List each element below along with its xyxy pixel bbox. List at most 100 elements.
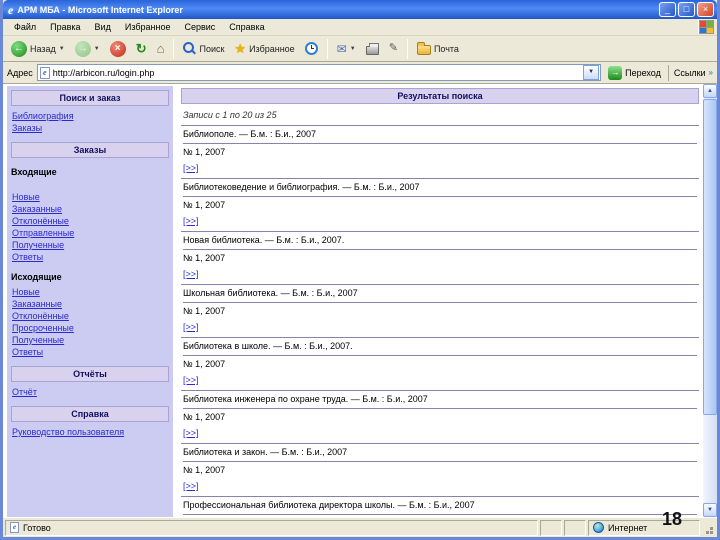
stop-button[interactable]: × (106, 39, 130, 59)
toolbar-separator (173, 38, 175, 59)
mail-folder-label: Почта (433, 43, 459, 54)
refresh-button[interactable]: ↻ (132, 40, 151, 57)
window-title: АРМ МБА - Microsoft Internet Explorer (17, 4, 183, 15)
record-issue: № 1, 2007 (183, 200, 226, 210)
forward-button[interactable]: → ▼ (71, 39, 104, 59)
record-more-link[interactable]: [>>] (183, 322, 199, 333)
sidebar-link[interactable]: Заказанные (10, 298, 170, 310)
title-bar[interactable]: e АРМ МБА - Microsoft Internet Explorer … (3, 0, 717, 19)
sidebar-header-reports: Отчёты (11, 366, 169, 382)
sidebar-reports-links: Отчёт (10, 386, 170, 398)
result-record: Школьная библиотека. — Б.м. : Б.и., 2007… (181, 285, 699, 338)
menu-item[interactable]: Правка (43, 20, 87, 34)
record-title: Новая библиотека. — Б.м. : Б.и., 2007. (183, 235, 697, 250)
menu-item[interactable]: Избранное (118, 20, 178, 34)
sidebar-link[interactable]: Заказанные (10, 203, 170, 215)
address-dropdown-button[interactable]: ▼ (583, 65, 600, 80)
links-bar[interactable]: Ссылки » (667, 64, 713, 81)
sidebar-link[interactable]: Новые (10, 286, 170, 298)
forward-dropdown-icon: ▼ (93, 45, 100, 52)
sidebar-header-search-order: Поиск и заказ (11, 90, 169, 106)
window-controls: _ □ × (659, 2, 714, 17)
results-list: Библиополе. — Б.м. : Б.и., 2007 № 1, 200… (181, 126, 699, 517)
sidebar-help-links: Руководство пользователя (10, 426, 170, 438)
sidebar-link[interactable]: Отклонённые (10, 215, 170, 227)
mail-button[interactable]: ✉ ▼ (333, 41, 360, 57)
address-input[interactable] (52, 65, 581, 80)
status-spacer-cell (564, 519, 586, 536)
record-more-link[interactable]: [>>] (183, 216, 199, 227)
record-more-link[interactable]: [>>] (183, 269, 199, 280)
toolbar-separator (406, 38, 408, 59)
sidebar-link[interactable]: Руководство пользователя (10, 426, 170, 438)
sidebar-link[interactable]: Полученные (10, 334, 170, 346)
scrollbar-thumb[interactable] (703, 99, 717, 415)
back-button[interactable]: ← Назад ▼ (7, 39, 69, 59)
vertical-scrollbar[interactable]: ▲ ▼ (703, 84, 717, 517)
sidebar-link[interactable]: Библиография (10, 110, 170, 122)
sidebar-link[interactable]: Отчёт (10, 386, 170, 398)
incoming-section-title: Входящие (11, 167, 57, 177)
history-button[interactable] (301, 40, 322, 57)
go-label: Переход (625, 67, 661, 78)
menu-bar: Файл Правка Вид Избранное Сервис Справка (3, 19, 717, 36)
address-field: e ▼ (36, 64, 602, 81)
menu-item[interactable]: Файл (7, 20, 43, 34)
sidebar-incoming-links: Новые Заказанные Отклонённые Отправленные По… (10, 191, 170, 263)
sidebar-link[interactable]: Отправленные (10, 227, 170, 239)
print-icon (365, 42, 379, 55)
record-more-link[interactable]: [>>] (183, 428, 199, 439)
back-label: Назад (30, 43, 56, 54)
maximize-button[interactable]: □ (678, 2, 695, 17)
sidebar-link[interactable]: Отклонённые (10, 310, 170, 322)
sidebar-link[interactable]: Ответы (10, 346, 170, 358)
scrollbar-down-button[interactable]: ▼ (703, 503, 717, 517)
scrollbar-track[interactable] (703, 98, 717, 503)
status-message-cell: e Готово (5, 519, 538, 536)
sidebar-link[interactable]: Ответы (10, 251, 170, 263)
result-record: Библиотека инженера по охране труда. — Б… (181, 391, 699, 444)
record-issue: № 1, 2007 (183, 359, 226, 369)
status-bar: e Готово Интернет (3, 517, 717, 537)
print-button[interactable] (362, 41, 383, 57)
sidebar-link[interactable]: Просроченные (10, 322, 170, 334)
scrollbar-up-button[interactable]: ▲ (703, 84, 717, 98)
menu-item[interactable]: Сервис (177, 20, 222, 34)
edit-button[interactable]: ✎ (385, 41, 402, 56)
menu-item[interactable]: Вид (88, 20, 118, 34)
toolbar: ← Назад ▼ → ▼ × ↻ ⌂ Поиск ★ Избранное ✉ … (3, 36, 717, 62)
record-more-link[interactable]: [>>] (183, 481, 199, 492)
menu-item[interactable]: Справка (222, 20, 271, 34)
record-issue: № 1, 2007 (183, 306, 226, 316)
record-title: Библиотековедение и библиография. — Б.м.… (183, 182, 697, 197)
result-record: Библиотека в школе. — Б.м. : Б.и., 2007.… (181, 338, 699, 391)
close-button[interactable]: × (697, 2, 714, 17)
minimize-button[interactable]: _ (659, 2, 676, 17)
search-label: Поиск (199, 43, 225, 54)
toolbar-separator (326, 38, 328, 59)
sidebar-header-orders: Заказы (11, 142, 169, 158)
results-header: Результаты поиска (181, 88, 699, 104)
favorites-button[interactable]: ★ Избранное (230, 40, 298, 57)
record-title: Библиополе. — Б.м. : Б.и., 2007 (183, 129, 697, 144)
record-more-link[interactable]: [>>] (183, 163, 199, 174)
search-button[interactable]: Поиск (179, 40, 228, 57)
record-title: Школьная библиотека. — Б.м. : Б.и., 2007 (183, 288, 697, 303)
home-button[interactable]: ⌂ (153, 40, 169, 57)
globe-icon (593, 522, 604, 533)
address-bar: Адрес e ▼ → Переход Ссылки » (3, 62, 717, 84)
record-title: Библиотека и закон. — Б.м. : Б.и., 2007 (183, 447, 697, 462)
resize-grip[interactable] (702, 520, 715, 536)
sidebar-link[interactable]: Полученные (10, 239, 170, 251)
record-issue: № 1, 2007 (183, 465, 226, 475)
result-record: Библиотековедение и библиография. — Б.м.… (181, 179, 699, 232)
browser-window: e АРМ МБА - Microsoft Internet Explorer … (0, 0, 720, 540)
result-record: Профессиональная библиотека директора шк… (181, 497, 699, 517)
sidebar-link[interactable]: Заказы (10, 122, 170, 134)
sidebar-outgoing-links: Новые Заказанные Отклонённые Просроченные По… (10, 286, 170, 358)
go-button[interactable]: → Переход (605, 65, 664, 81)
sidebar-link[interactable]: Новые (10, 191, 170, 203)
record-more-link[interactable]: [>>] (183, 375, 199, 386)
webpage: Поиск и заказ Библиография Заказы Заказы … (3, 84, 703, 517)
mail-folder-button[interactable]: Почта (413, 41, 463, 57)
